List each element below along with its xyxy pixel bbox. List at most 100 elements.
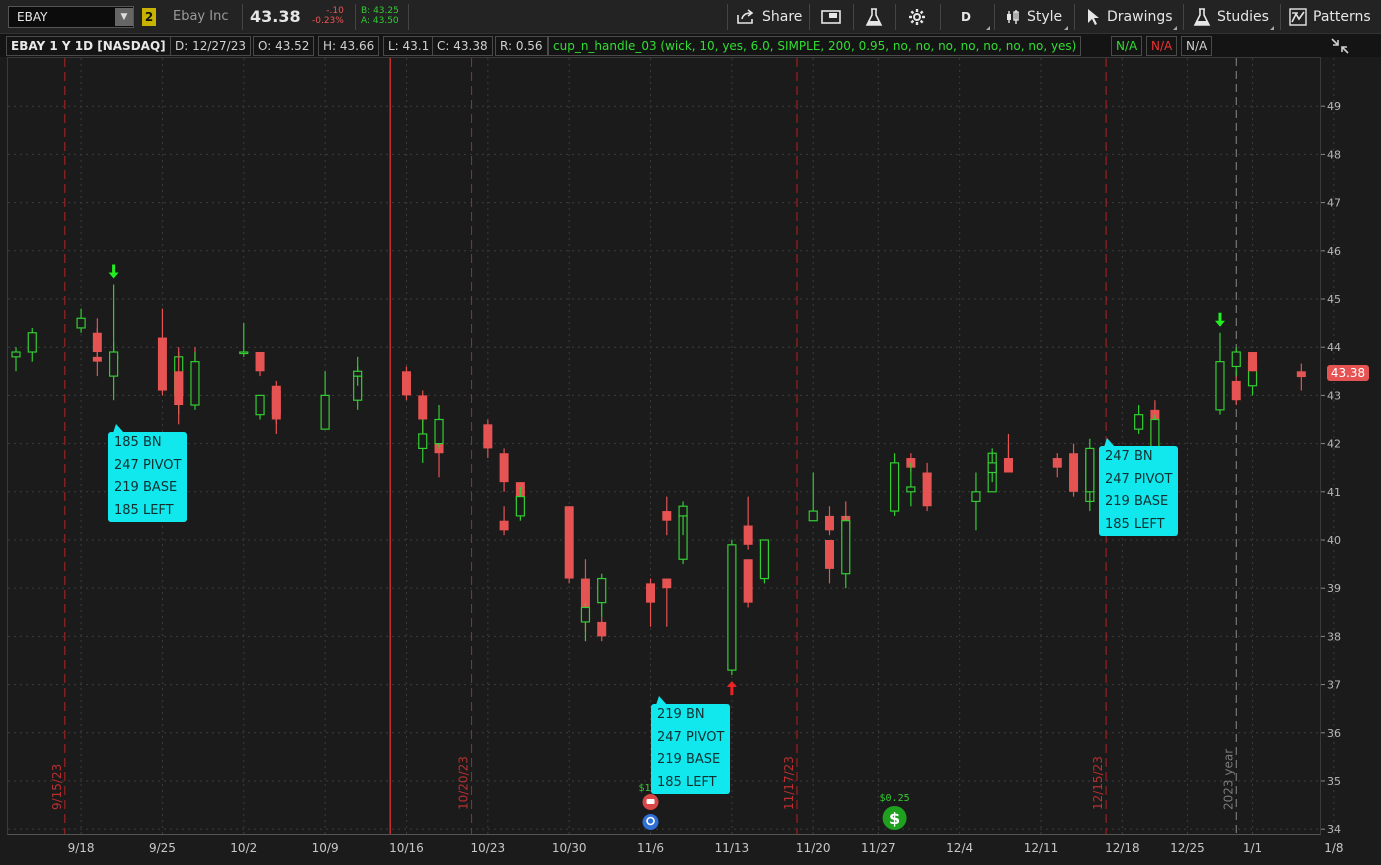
pattern-label-line: 219 BN	[657, 707, 705, 722]
flask-icon	[1193, 8, 1211, 26]
pattern-label-line: 247 BN	[1105, 449, 1153, 464]
pattern-label-line: 247 PIVOT	[1105, 471, 1173, 487]
toolbar-separator	[1074, 4, 1075, 30]
pattern-label-box: 219 BN 247 PIVOT 219 BASE 185 LEFT	[651, 704, 731, 794]
candle-body	[564, 506, 574, 579]
price-tick-label: 40	[1327, 534, 1341, 547]
collapse-arrows-icon[interactable]	[1330, 36, 1350, 56]
study-label[interactable]: cup_n_handle_03 (wick, 10, yes, 6.0, SIM…	[548, 36, 1082, 56]
candle-body	[1134, 414, 1144, 430]
patterns-button[interactable]: Patterns	[1289, 0, 1371, 34]
pattern-label-line: 185 LEFT	[657, 774, 717, 790]
pattern-label-line: 219 BASE	[114, 480, 178, 495]
patterns-label: Patterns	[1313, 9, 1371, 25]
gear-icon	[909, 9, 925, 25]
price-tick-label: 36	[1327, 727, 1341, 740]
dividend-amount-label: $0.25	[880, 793, 910, 804]
candle-body	[1069, 453, 1079, 492]
candle-body	[662, 578, 672, 589]
pattern-arrow-down-icon	[108, 264, 119, 279]
toolbar-separator	[355, 4, 356, 30]
studies-button[interactable]: Studies	[1193, 0, 1269, 34]
candle-body	[174, 371, 184, 406]
pattern-arrow-up-icon	[726, 680, 737, 695]
symbol-dropdown-chevron-icon[interactable]: ▼	[115, 8, 133, 26]
study-value-2: N/A	[1146, 36, 1178, 56]
candle-body	[646, 583, 656, 603]
date-tick-label: 12/18	[1105, 841, 1140, 855]
settings-button[interactable]	[908, 0, 926, 34]
date-tick-label: 1/1	[1243, 841, 1262, 855]
candle-body	[743, 559, 753, 603]
month-marker-label: 12/15/23	[1091, 756, 1105, 810]
company-name: Ebay Inc	[173, 9, 229, 24]
candle-body	[92, 356, 102, 362]
candle-body	[1003, 458, 1013, 473]
toolbar-separator	[895, 4, 896, 30]
date-tick-label: 9/25	[149, 841, 176, 855]
toolbar-separator	[1280, 4, 1281, 30]
chart-window-icon	[821, 10, 841, 24]
study-value-1: N/A	[1111, 36, 1143, 56]
pattern-label-line: 219 BASE	[657, 752, 721, 767]
chart-settings-button[interactable]	[821, 0, 841, 34]
candle-body	[743, 525, 753, 545]
earnings-icon-glyph	[646, 799, 655, 804]
candle-body	[1231, 351, 1241, 368]
cursor-arrow-icon	[1088, 9, 1099, 25]
candle-body	[1085, 447, 1095, 493]
drawings-button[interactable]: Drawings	[1085, 0, 1173, 34]
candle-body	[76, 317, 86, 329]
price-tick-label: 41	[1327, 486, 1341, 499]
top-toolbar: EBAY ▼ 2 Ebay Inc 43.38 -.10 -0.23% B: 4…	[0, 0, 1381, 34]
studies-label: Studies	[1217, 9, 1269, 25]
toolbar-separator	[242, 4, 243, 30]
date-tick-label: 10/23	[471, 841, 506, 855]
toolbar-separator	[994, 4, 995, 30]
price-tick-label: 39	[1327, 582, 1341, 595]
flask-icon	[865, 8, 883, 26]
price-tick-label: 38	[1327, 630, 1341, 643]
toolbar-separator	[727, 4, 728, 30]
style-button[interactable]: Style	[1005, 0, 1062, 34]
link-group-badge[interactable]: 2	[142, 8, 156, 26]
pattern-label-line: 219 BASE	[1105, 494, 1169, 509]
thinkscript-lab-button[interactable]	[865, 0, 883, 34]
ask-value: A: 43.50	[361, 16, 399, 26]
candle-body	[1215, 361, 1225, 411]
date-tick-label: 12/25	[1170, 841, 1205, 855]
candle-body	[255, 352, 265, 372]
pattern-label-box: 247 BN 247 PIVOT 219 BASE 185 LEFT	[1099, 446, 1179, 536]
price-tick-label: 43	[1327, 389, 1341, 402]
dropdown-corner-icon	[1270, 26, 1274, 30]
toolbar-separator	[1183, 4, 1184, 30]
chart-title[interactable]: EBAY 1 Y 1D [NASDAQ]	[6, 36, 171, 56]
aggregation-button[interactable]: D	[961, 0, 971, 34]
chart-info-bar: EBAY 1 Y 1D [NASDAQ] D: 12/27/23 O: 43.5…	[0, 34, 1381, 57]
date-tick-label: 10/30	[552, 841, 587, 855]
drawings-label: Drawings	[1107, 9, 1173, 25]
pattern-label-line: 247 PIVOT	[657, 729, 725, 745]
price-tick-label: 44	[1327, 341, 1341, 354]
last-price-tag: 43.38	[1327, 365, 1369, 381]
candle-body	[841, 520, 851, 575]
bar-date: D: 12/27/23	[170, 36, 251, 56]
candle-body	[483, 424, 493, 449]
share-label: Share	[762, 9, 803, 25]
bid-ask: B: 43.25 A: 43.50	[361, 6, 399, 26]
bar-range: R: 0.56	[495, 36, 548, 56]
date-tick-label: 11/6	[637, 841, 664, 855]
candle-body	[597, 621, 607, 637]
date-tick-label: 11/27	[861, 841, 896, 855]
conference-call-icon	[642, 814, 659, 830]
price-tick-label: 46	[1327, 245, 1341, 258]
date-tick-label: 12/11	[1024, 841, 1059, 855]
study-value-3: N/A	[1181, 36, 1213, 56]
share-button[interactable]: Share	[736, 0, 802, 34]
last-price: 43.38	[250, 7, 301, 26]
bar-open: O: 43.52	[253, 36, 315, 56]
net-change: -.10 -0.23%	[312, 6, 344, 26]
bid-value: B: 43.25	[361, 6, 399, 16]
candle-body	[825, 515, 834, 531]
aggregation-label: D	[961, 10, 971, 24]
